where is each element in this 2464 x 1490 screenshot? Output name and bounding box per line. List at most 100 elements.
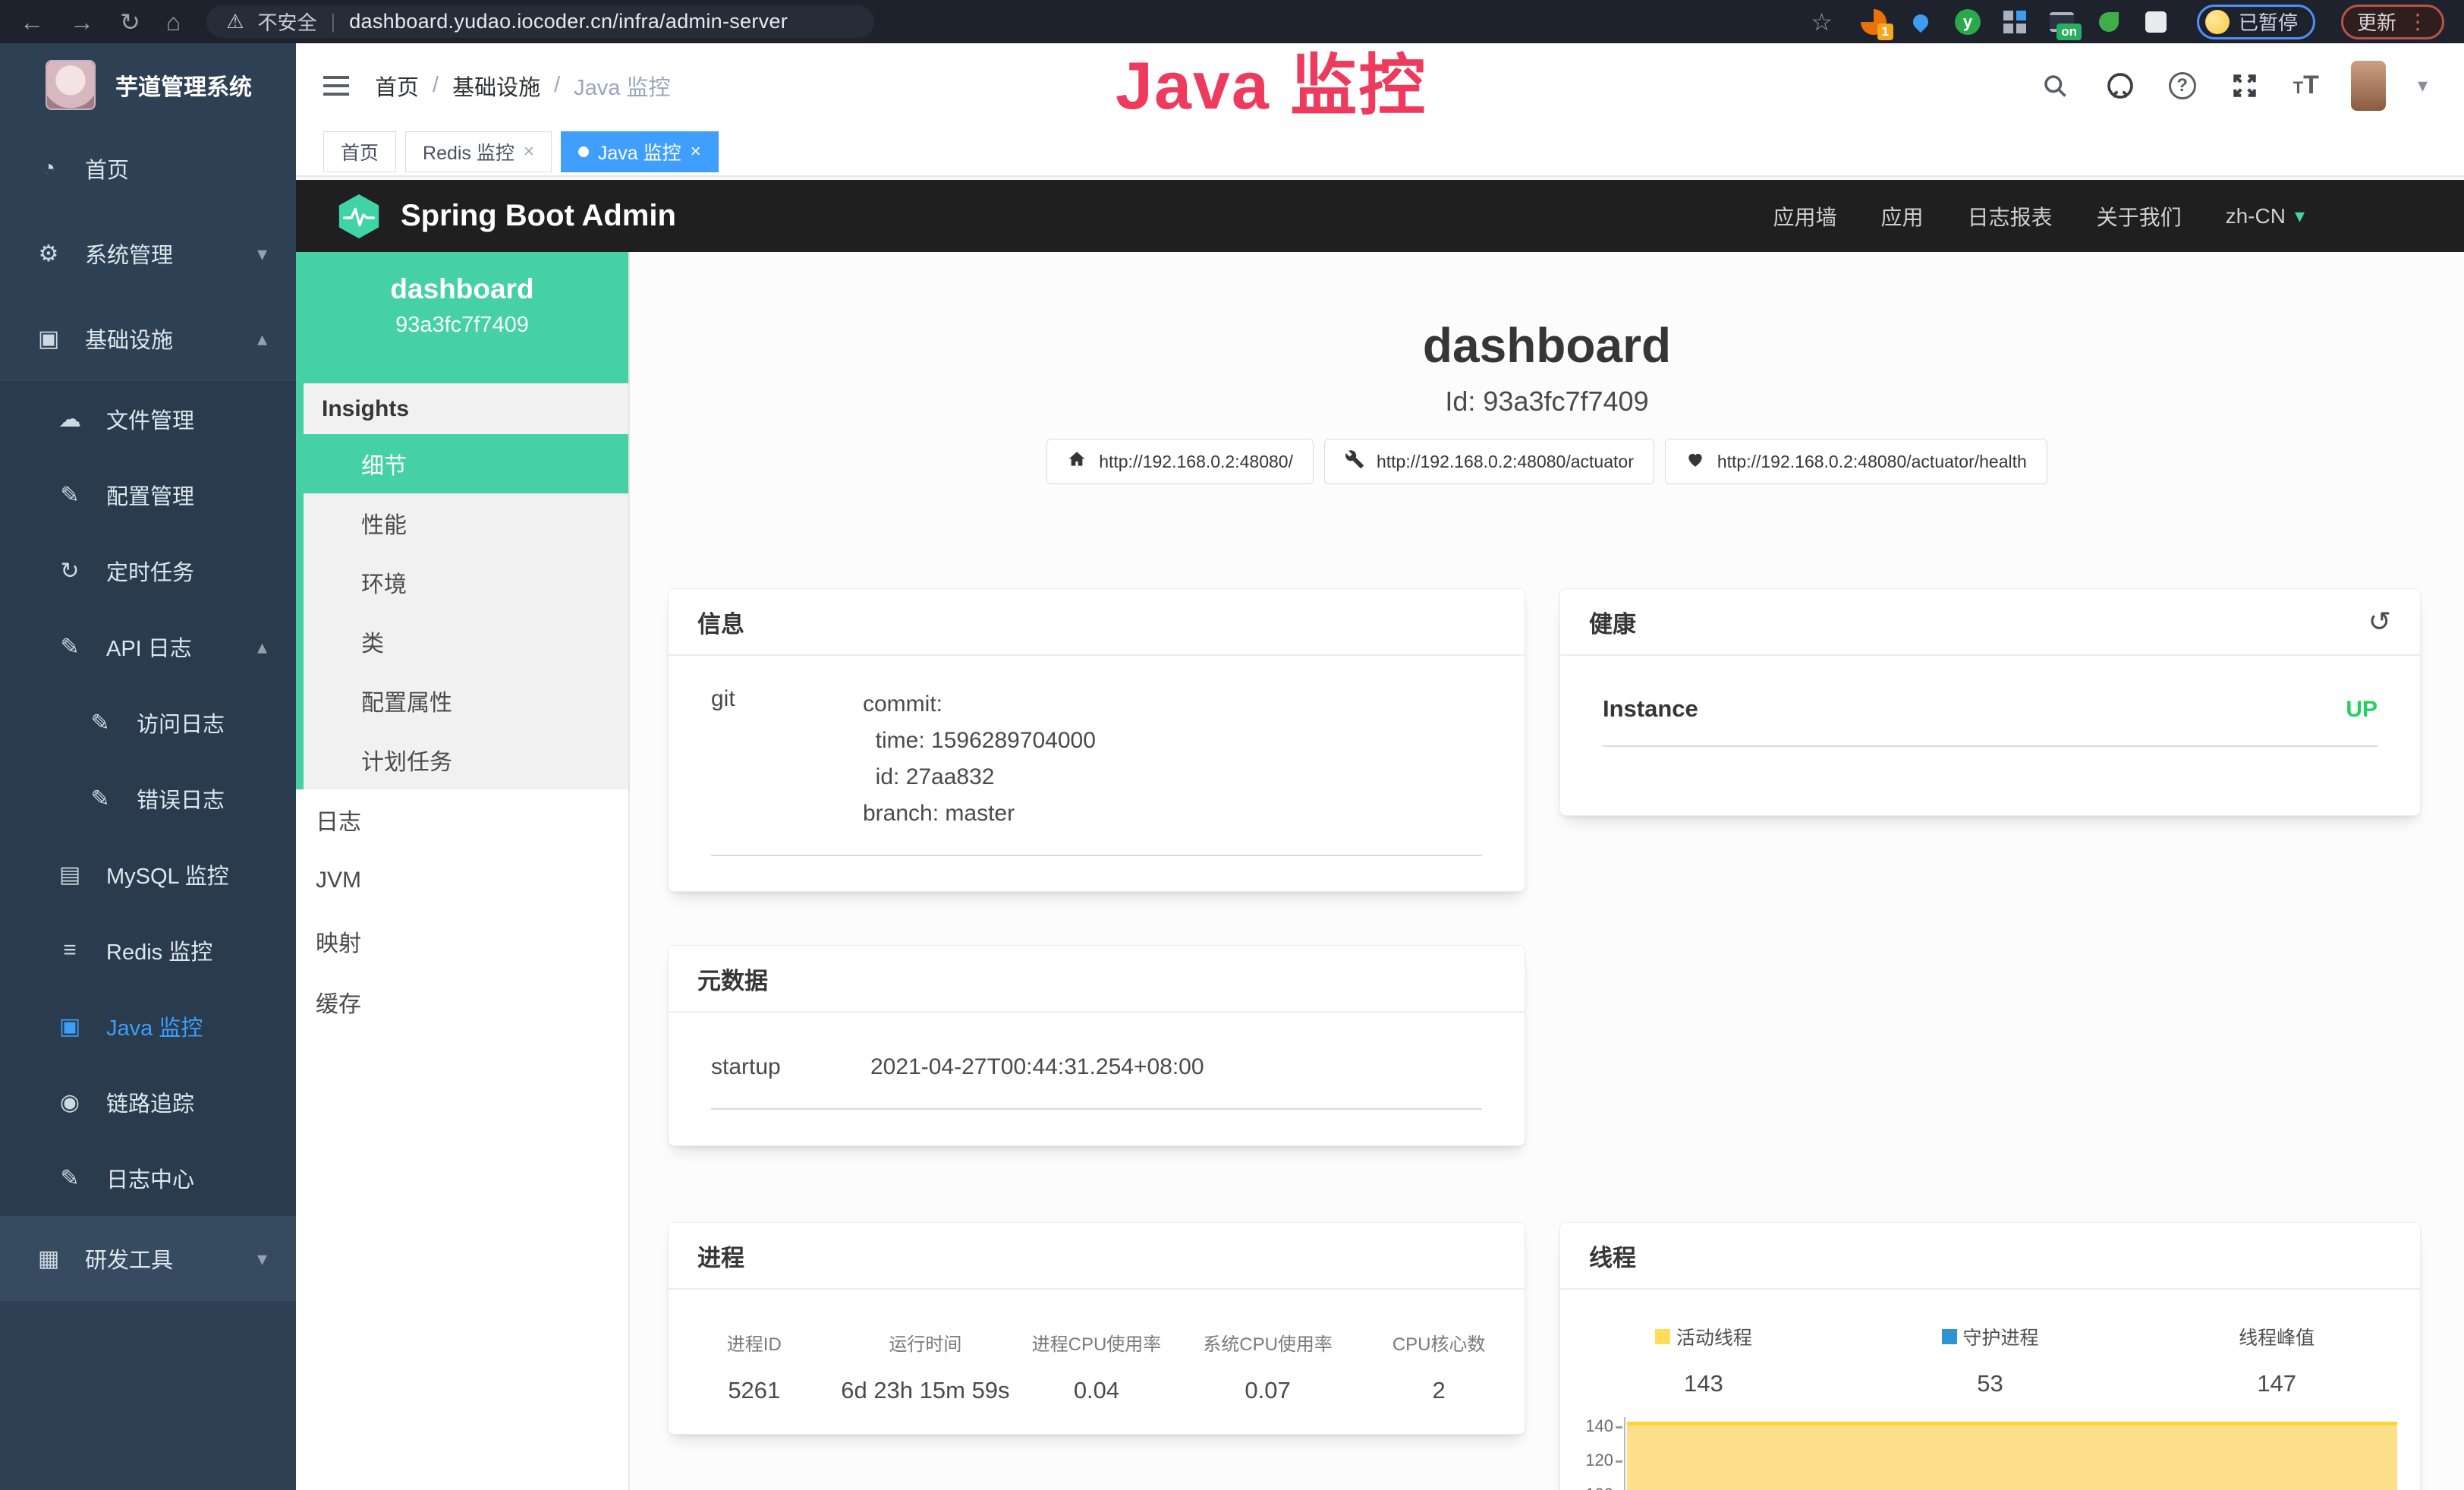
extension-on-badge: on [2056, 24, 2082, 40]
process-col-label: 系统CPU使用率 [1182, 1329, 1354, 1356]
sidebar-item-系统管理[interactable]: ⚙系统管理▾ [0, 211, 296, 296]
update-label: 更新 [2357, 8, 2396, 36]
instance-link-button[interactable]: http://192.168.0.2:48080/ [1046, 439, 1314, 484]
extension-pin-icon[interactable] [1905, 7, 1936, 37]
instance-link-url: http://192.168.0.2:48080/actuator [1377, 452, 1634, 472]
instance-menu-映射[interactable]: 映射 [296, 911, 628, 972]
instance-header[interactable]: dashboard 93a3fc7f7409 [296, 252, 628, 383]
infra-icon: ▣ [33, 326, 64, 352]
sba-language-select[interactable]: zh-CN▾ [2226, 204, 2305, 228]
instance-links: http://192.168.0.2:48080/http://192.168.… [630, 439, 2464, 484]
legend-守护进程: 守护进程53 [1847, 1323, 2134, 1397]
process-col-value: 2 [1353, 1377, 1525, 1404]
forward-icon[interactable]: → [70, 10, 94, 34]
help-icon[interactable]: ? [2169, 72, 2196, 99]
sba-nav-应用[interactable]: 应用 [1881, 201, 1924, 232]
breadcrumb-item[interactable]: Java 监控 [574, 70, 670, 102]
legend-swatch-icon [1655, 1329, 1670, 1344]
search-icon[interactable] [2038, 69, 2072, 102]
wrench-icon [1345, 449, 1364, 474]
sidebar-item-文件管理[interactable]: ☁文件管理 [0, 381, 296, 457]
metadata-card: 元数据 startup 2021-04-27T00:44:31.254+08:0… [668, 945, 1525, 1146]
sidebar-item-访问日志[interactable]: ✎ 访问日志 [0, 685, 296, 761]
history-icon[interactable]: ↺ [2368, 606, 2391, 638]
edit-icon: ✎ [55, 634, 85, 660]
breadcrumb-separator: / [554, 73, 560, 98]
browser-update-button[interactable]: 更新 ⋮ [2341, 5, 2444, 39]
instance-menu-性能[interactable]: 性能 [304, 493, 628, 553]
tab-label: 首页 [341, 138, 379, 165]
app-logo-row[interactable]: 芋道管理系统 [0, 43, 296, 126]
extension-badge: 1 [1877, 24, 1893, 40]
extension-y-icon[interactable]: y [1953, 7, 1983, 37]
sba-nav-日志报表[interactable]: 日志报表 [1968, 201, 2053, 232]
sidebar-item-链路追踪[interactable]: ◉链路追踪 [0, 1064, 296, 1140]
sidebar-item-label: 错误日志 [137, 783, 225, 814]
sidebar-item-label: 基础设施 [85, 323, 173, 354]
extensions-puzzle-icon[interactable] [2141, 7, 2171, 37]
sidebar-item-Java 监控[interactable]: ▣Java 监控 [0, 988, 296, 1064]
extension-colab-icon[interactable]: 1 [1858, 7, 1889, 37]
tab-Redis 监控[interactable]: Redis 监控× [405, 131, 552, 172]
user-avatar[interactable] [2351, 61, 2386, 111]
sidebar-item-Redis 监控[interactable]: ≡Redis 监控 [0, 912, 296, 988]
reload-icon[interactable]: ↻ [120, 10, 140, 34]
bookmark-star-icon[interactable]: ☆ [1811, 10, 1833, 34]
sidebar-item-研发工具[interactable]: ▦研发工具▾ [0, 1216, 296, 1301]
sba-brand[interactable]: Spring Boot Admin [335, 193, 676, 240]
threads-card-title: 线程 [1560, 1223, 2420, 1290]
instance-menu-配置属性[interactable]: 配置属性 [304, 671, 628, 730]
tab-close-icon[interactable]: × [524, 141, 534, 162]
instance-menu-细节[interactable]: 细节 [296, 434, 628, 493]
instance-menu-类[interactable]: 类 [304, 612, 628, 671]
sidebar-item-配置管理[interactable]: ✎配置管理 [0, 457, 296, 533]
extension-grid-icon[interactable] [2000, 7, 2030, 37]
instance-menu-JVM[interactable]: JVM [296, 850, 628, 911]
user-menu-caret-icon[interactable]: ▾ [2418, 74, 2428, 97]
sidebar-item-label: MySQL 监控 [106, 858, 229, 890]
info-card-title: 信息 [669, 589, 1525, 656]
instance-menu-环境[interactable]: 环境 [304, 553, 628, 612]
address-bar[interactable]: ⚠ 不安全 | dashboard.yudao.iocoder.cn/infra… [206, 5, 874, 38]
extension-switch-icon[interactable]: on [2047, 7, 2077, 37]
chevron-down-icon: ▾ [257, 1247, 267, 1271]
extension-sprout-icon[interactable] [2094, 7, 2124, 37]
sba-nav-应用墙[interactable]: 应用墙 [1773, 201, 1837, 232]
sidebar-item-基础设施[interactable]: ▣基础设施▴ [0, 296, 296, 381]
sidebar-item-首页[interactable]: ◔首页 [0, 126, 296, 211]
log-icon: ✎ [85, 710, 115, 736]
insights-group: Insights 细节性能环境类配置属性计划任务 [296, 383, 628, 789]
sidebar-item-label: 访问日志 [137, 707, 225, 739]
legend-label: 守护进程 [1942, 1323, 2039, 1350]
sidebar-item-定时任务[interactable]: ↻定时任务 [0, 533, 296, 609]
instance-link-button[interactable]: http://192.168.0.2:48080/actuator/health [1665, 439, 2047, 484]
process-col-CPU核心数: CPU核心数2 [1353, 1329, 1525, 1404]
sidebar-item-label: 链路追踪 [106, 1086, 194, 1118]
home-icon[interactable]: ⌂ [166, 10, 181, 34]
tab-close-icon[interactable]: × [691, 141, 701, 162]
sidebar-item-日志中心[interactable]: ✎日志中心 [0, 1140, 296, 1216]
threads-chart: 140120100 [1571, 1417, 2397, 1490]
instance-menu-缓存[interactable]: 缓存 [296, 972, 628, 1032]
font-size-icon[interactable]: TT [2293, 71, 2319, 100]
url-text[interactable]: dashboard.yudao.iocoder.cn/infra/admin-s… [349, 10, 788, 33]
threads-card: 线程 活动线程143守护进程53线程峰值147 140120100 [1559, 1222, 2421, 1490]
sidebar-toggle-icon[interactable] [323, 71, 349, 101]
fullscreen-icon[interactable] [2228, 69, 2261, 102]
browser-profile-chip[interactable]: 已暂停 [2197, 5, 2315, 39]
github-icon[interactable] [2104, 69, 2137, 102]
breadcrumb-item[interactable]: 首页 [375, 70, 419, 102]
tab-Java 监控[interactable]: Java 监控× [561, 131, 719, 172]
sba-nav-关于我们[interactable]: 关于我们 [2097, 201, 2182, 232]
back-icon[interactable]: ← [20, 10, 44, 34]
instance-link-button[interactable]: http://192.168.0.2:48080/actuator [1324, 439, 1654, 484]
sidebar-item-API 日志[interactable]: ✎API 日志▴ [0, 609, 296, 685]
kebab-menu-icon[interactable]: ⋮ [2407, 9, 2428, 34]
instance-menu-计划任务[interactable]: 计划任务 [304, 730, 628, 789]
tab-首页[interactable]: 首页 [323, 131, 396, 172]
instance-menu-日志[interactable]: 日志 [296, 789, 628, 850]
breadcrumb-item[interactable]: 基础设施 [452, 70, 540, 102]
sidebar-item-MySQL 监控[interactable]: ▤MySQL 监控 [0, 836, 296, 912]
sidebar-item-错误日志[interactable]: ✎错误日志 [0, 761, 296, 836]
legend-text: 活动线程 [1676, 1323, 1752, 1350]
